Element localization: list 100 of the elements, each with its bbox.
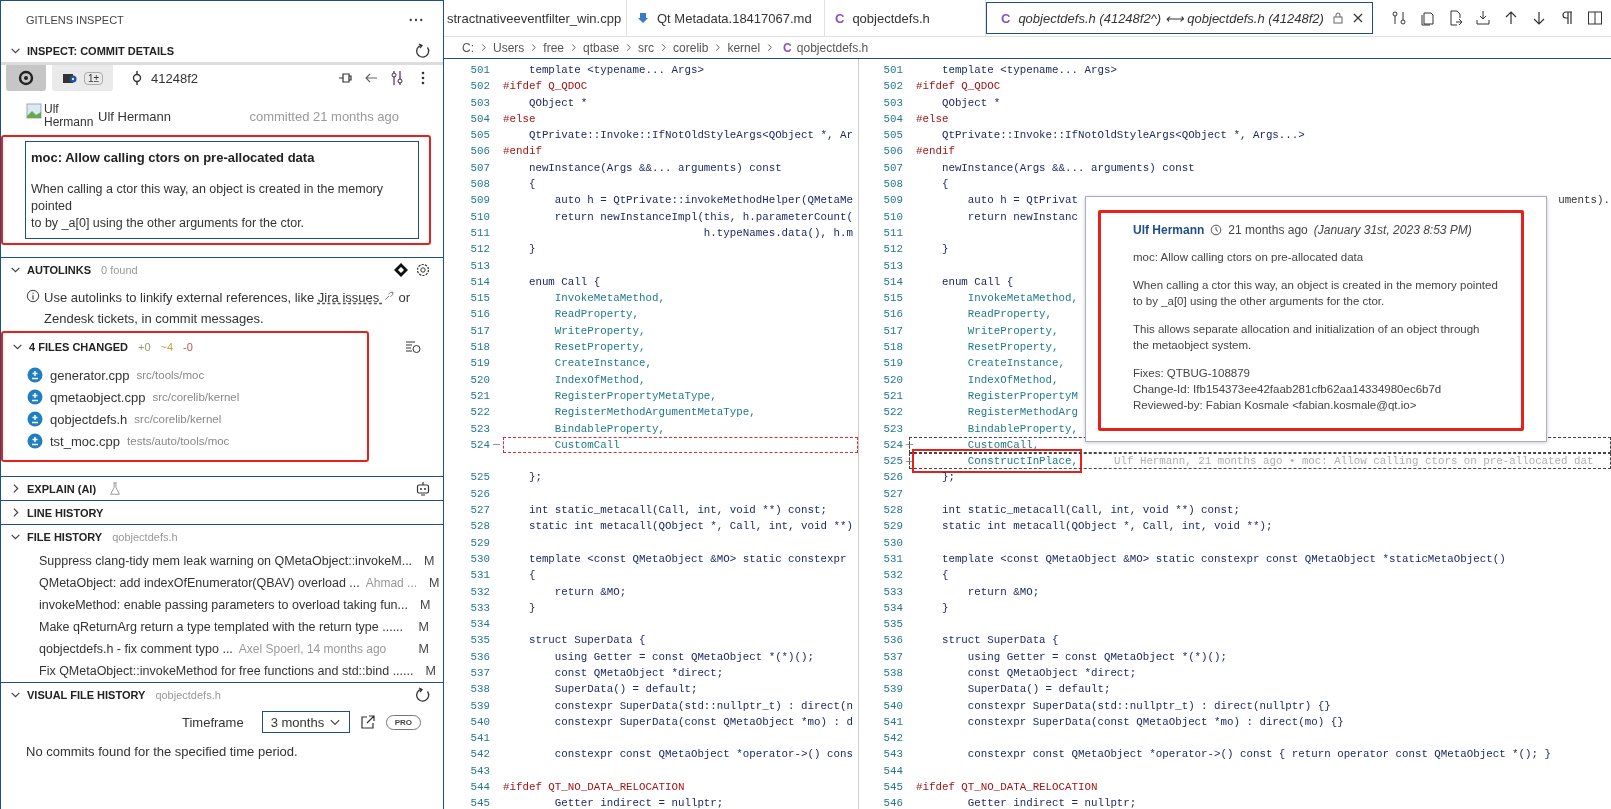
- line-number: 504: [882, 111, 903, 127]
- jira-link[interactable]: Jira issues: [317, 290, 395, 305]
- line-number: 511: [469, 225, 490, 241]
- more-icon[interactable]: [409, 18, 423, 22]
- split-editor-icon[interactable]: [1587, 10, 1603, 26]
- refresh-icon[interactable]: [415, 686, 431, 703]
- code-line: h.typeNames.data(), h.m: [702, 225, 853, 241]
- view-tab[interactable]: 1±: [52, 65, 114, 91]
- compare-icon[interactable]: [389, 70, 405, 86]
- editor-tab[interactable]: C qobjectdefs.h (41248f2^) ⟷ qobjectdefs.h (41248f2): [986, 2, 1373, 34]
- avatar-alt-text: Ulf Hermann: [44, 103, 94, 129]
- file-name[interactable]: qobjectdefs.h: [50, 411, 128, 427]
- breadcrumb-item[interactable]: qtbase: [583, 40, 620, 55]
- code-line: IndexOfMethod,: [553, 372, 646, 388]
- status-letter: M: [429, 576, 440, 590]
- author-name[interactable]: Ulf Hermann: [98, 108, 171, 124]
- line-number: 529: [882, 519, 903, 535]
- commit-message[interactable]: Make qReturnArg return a type templated with the return type ......: [39, 620, 404, 634]
- file-name[interactable]: tst_moc.cpp: [50, 433, 121, 449]
- c-file-icon: C: [1001, 10, 1011, 26]
- pilcrow-icon[interactable]: [1559, 10, 1575, 26]
- breadcrumb-item[interactable]: kernel: [727, 40, 761, 55]
- line-number: 524: [882, 437, 903, 453]
- commit-message[interactable]: Suppress clang-tidy mem leak warning on QMetaObject::invokeM...: [39, 554, 413, 568]
- line-number: 513: [882, 258, 903, 274]
- line-number: 516: [882, 307, 903, 323]
- section-title[interactable]: FILE HISTORY: [27, 530, 103, 543]
- empty-message: No commits found for the specified time period.: [25, 743, 299, 759]
- section-title[interactable]: INSPECT: COMMIT DETAILS: [27, 44, 175, 57]
- robot-icon[interactable]: [415, 480, 431, 497]
- code-line: }: [527, 242, 536, 258]
- code-line: QtPrivate::Invoke::IfNotOldStyleArgs<QObject *, Args...>: [940, 128, 1305, 144]
- line-number: 528: [882, 503, 903, 518]
- close-icon[interactable]: [1351, 12, 1364, 24]
- commit-message[interactable]: Fix QMetaObject::invokeMethod for free functions and std::bind ......: [39, 664, 414, 678]
- line-number: 507: [882, 160, 903, 176]
- diamond-icon[interactable]: [393, 261, 409, 278]
- line-number: 512: [469, 242, 490, 258]
- copy-icon[interactable]: [1419, 10, 1435, 26]
- breadcrumb-item[interactable]: qobjectdefs.h: [796, 40, 869, 55]
- deleted-count: -0: [183, 340, 193, 353]
- commit-message[interactable]: qobjectdefs.h - fix comment typo ...: [39, 642, 233, 656]
- open-file-icon[interactable]: [1447, 10, 1463, 26]
- commit-sha[interactable]: 41248f2: [151, 70, 199, 86]
- line-number: 505: [882, 128, 903, 144]
- line-number: 503: [882, 95, 903, 111]
- code-line: int static_metacall(Call, int, void **) const;: [527, 503, 827, 518]
- settings-icon[interactable]: [415, 261, 431, 278]
- refresh-icon[interactable]: [415, 42, 431, 59]
- code-line: const QMetaObject *direct;: [966, 666, 1137, 681]
- code-line: CustomCall: [553, 437, 620, 453]
- arrow-up-icon[interactable]: [1503, 10, 1519, 26]
- status-letter: M: [418, 620, 429, 634]
- arrow-down-icon[interactable]: [1531, 10, 1547, 26]
- pin-icon[interactable]: [337, 70, 353, 86]
- file-name[interactable]: qmetaobject.cpp: [50, 389, 146, 405]
- line-number: 516: [469, 307, 490, 323]
- commit-message[interactable]: invokeMethod: enable passing parameters to overload taking fun...: [39, 598, 408, 612]
- view-tab[interactable]: [6, 65, 46, 91]
- file-name[interactable]: generator.cpp: [50, 367, 130, 383]
- author-link[interactable]: Ulf Hermann: [1133, 223, 1205, 237]
- code-line: template <const QMetaObject &MO> static constexpr: [527, 551, 847, 567]
- line-number: 504: [469, 111, 490, 127]
- external-link-icon[interactable]: [359, 714, 376, 730]
- line-number: 543: [882, 747, 903, 763]
- code-line: enum Call {: [527, 274, 601, 290]
- breadcrumb-item[interactable]: corelib: [673, 40, 709, 55]
- breadcrumb-item[interactable]: src: [638, 40, 655, 55]
- line-number: 512: [882, 242, 903, 258]
- commit-message[interactable]: QMetaObject: add indexOfEnumerator(QBAV) overload ...: [39, 576, 360, 590]
- code-line: return newInstanceImpl(this, h.parameterCount(: [553, 209, 853, 225]
- line-number: 533: [882, 584, 903, 600]
- section-title[interactable]: LINE HISTORY: [27, 506, 104, 519]
- line-number: 538: [882, 666, 903, 681]
- code-line: InvokeMetaMethod,: [966, 291, 1078, 307]
- plus-minus-icon: [27, 367, 43, 383]
- section-title[interactable]: 4 FILES CHANGED: [29, 340, 128, 353]
- code-line: };: [940, 470, 955, 486]
- compare-icon[interactable]: [1391, 10, 1407, 26]
- code-line: InvokeMetaMethod,: [553, 291, 665, 307]
- section-title[interactable]: EXPLAIN (AI): [27, 482, 97, 495]
- timeframe-select[interactable]: 3 months: [261, 711, 350, 733]
- section-title[interactable]: AUTOLINKS: [27, 263, 91, 276]
- breadcrumb-item[interactable]: free: [543, 40, 565, 55]
- line-number: 513: [469, 258, 490, 274]
- link-icon: [382, 290, 395, 302]
- commit-message: This allows separate allocation and initialization of an object through the metaobject system.: [1133, 322, 1481, 353]
- info-icon: [26, 289, 40, 303]
- breadcrumb-item[interactable]: C:: [462, 40, 474, 55]
- line-number: 540: [469, 714, 490, 730]
- plus-minus-icon: [27, 389, 43, 405]
- list-view-icon[interactable]: [405, 338, 421, 355]
- breadcrumb-item[interactable]: Users: [493, 40, 525, 55]
- file-label: qobjectdefs.h: [155, 688, 221, 701]
- chevron-right-icon: [624, 43, 634, 52]
- line-number: 501: [882, 63, 903, 78]
- download-icon[interactable]: [1475, 10, 1491, 26]
- editor-tab[interactable]: stractnativeeventfilter_win.cpp: [444, 0, 627, 36]
- section-title[interactable]: VISUAL FILE HISTORY: [27, 688, 146, 701]
- line-number: 525: [469, 470, 490, 486]
